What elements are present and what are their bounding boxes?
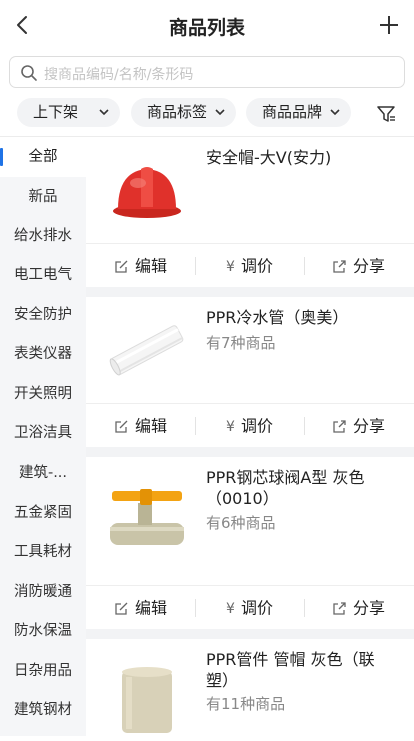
edit-icon: [115, 420, 128, 433]
product-image-ppr-pipe: [109, 325, 184, 376]
sidebar-item-electrical[interactable]: 电工电气: [0, 255, 86, 295]
edit-button[interactable]: 编辑: [86, 586, 195, 630]
filter-product-brand[interactable]: 商品品牌: [246, 98, 351, 127]
filter-shelf-status[interactable]: 上下架: [17, 98, 120, 127]
add-icon[interactable]: [378, 14, 400, 36]
share-button[interactable]: 分享: [304, 404, 413, 448]
adjust-price-label: 调价: [240, 416, 273, 436]
share-icon: [333, 602, 346, 615]
product-name: PPR钢芯球阀A型 灰色（0010）: [206, 468, 365, 508]
sidebar-item-water-drainage[interactable]: 给水排水: [0, 216, 86, 256]
sidebar-item-waterproof[interactable]: 防水保温: [0, 611, 86, 651]
edit-button[interactable]: 编辑: [86, 404, 195, 448]
product-card[interactable]: 安全帽-大V(安力) 编辑 ¥ 调价 分享: [86, 137, 414, 287]
adjust-price-label: 调价: [240, 598, 273, 618]
variant-count: 有6种商品: [206, 514, 276, 532]
share-button[interactable]: 分享: [304, 586, 413, 630]
edit-label: 编辑: [134, 256, 167, 276]
filter-product-brand-label: 商品品牌: [262, 103, 323, 121]
share-label: 分享: [352, 598, 385, 618]
product-card[interactable]: PPR管件 管帽 灰色（联塑） 有11种商品: [86, 639, 414, 736]
sidebar-item-sanitary[interactable]: 卫浴洁具: [0, 413, 86, 453]
page-title: 商品列表: [168, 17, 245, 39]
product-card[interactable]: PPR钢芯球阀A型 灰色（0010） 有6种商品 编辑 ¥ 调价 分享: [86, 457, 414, 629]
sidebar-item-fire-hvac[interactable]: 消防暖通: [0, 572, 86, 612]
filter-shelf-status-label: 上下架: [33, 103, 79, 121]
yen-icon: ¥: [226, 258, 235, 275]
sidebar-item-steel[interactable]: 建筑钢材: [0, 690, 86, 730]
share-label: 分享: [352, 416, 385, 436]
yen-icon: ¥: [226, 600, 235, 617]
sidebar-item-daily-goods[interactable]: 日杂用品: [0, 651, 86, 691]
search-placeholder: 搜商品编码/名称/条形码: [44, 67, 194, 83]
sidebar-item-tools[interactable]: 工具耗材: [0, 532, 86, 572]
header: 商品列表: [0, 0, 414, 52]
sidebar-item-switch-lighting[interactable]: 开关照明: [0, 374, 86, 414]
chevron-down-icon: [330, 109, 340, 116]
edit-label: 编辑: [134, 416, 167, 436]
share-icon: [333, 420, 346, 433]
adjust-price-button[interactable]: ¥ 调价: [195, 586, 304, 630]
filter-product-tag[interactable]: 商品标签: [131, 98, 236, 127]
product-card[interactable]: PPR冷水管（奥美） 有7种商品 编辑 ¥ 调价 分享: [86, 297, 414, 447]
product-image-pipe-cap: [122, 667, 172, 733]
edit-label: 编辑: [134, 598, 167, 618]
product-actions: 编辑 ¥ 调价 分享: [86, 585, 414, 629]
product-actions: 编辑 ¥ 调价 分享: [86, 243, 414, 287]
product-name: PPR冷水管（奥美）: [206, 308, 349, 327]
product-image-safety-helmet: [113, 167, 181, 218]
product-name: 安全帽-大V(安力): [206, 148, 332, 167]
category-sidebar: 全部 新品 给水排水 电工电气 安全防护 表类仪器 开关照明 卫浴洁具 建筑-.…: [0, 137, 86, 736]
sidebar-item-building[interactable]: 建筑-...: [0, 453, 86, 493]
search-icon: [21, 65, 37, 81]
edit-icon: [115, 260, 128, 273]
sidebar-item-all[interactable]: 全部: [0, 137, 86, 177]
filter-icon[interactable]: [376, 104, 396, 124]
search-input[interactable]: 搜商品编码/名称/条形码: [9, 56, 405, 88]
share-icon: [333, 260, 346, 273]
edit-button[interactable]: 编辑: [86, 244, 195, 288]
product-list: 安全帽-大V(安力) 编辑 ¥ 调价 分享 PPR冷水管（奥美） 有7种商品 编…: [86, 137, 414, 736]
sidebar-item-safety[interactable]: 安全防护: [0, 295, 86, 335]
filter-bar: 上下架 商品标签 商品品牌: [0, 96, 414, 132]
variant-count: 有7种商品: [206, 334, 276, 352]
filter-product-tag-label: 商品标签: [147, 103, 208, 121]
product-image-ball-valve: [110, 489, 184, 545]
variant-count: 有11种商品: [206, 695, 286, 713]
adjust-price-button[interactable]: ¥ 调价: [195, 244, 304, 288]
sidebar-item-new[interactable]: 新品: [0, 177, 86, 217]
share-button[interactable]: 分享: [304, 244, 413, 288]
chevron-down-icon: [99, 109, 109, 116]
share-label: 分享: [352, 256, 385, 276]
sidebar-item-hardware[interactable]: 五金紧固: [0, 493, 86, 533]
product-name: PPR管件 管帽 灰色（联塑）: [206, 650, 375, 690]
sidebar-item-instruments[interactable]: 表类仪器: [0, 334, 86, 374]
yen-icon: ¥: [226, 418, 235, 435]
chevron-down-icon: [215, 109, 225, 116]
adjust-price-button[interactable]: ¥ 调价: [195, 404, 304, 448]
adjust-price-label: 调价: [240, 256, 273, 276]
edit-icon: [115, 602, 128, 615]
product-actions: 编辑 ¥ 调价 分享: [86, 403, 414, 447]
